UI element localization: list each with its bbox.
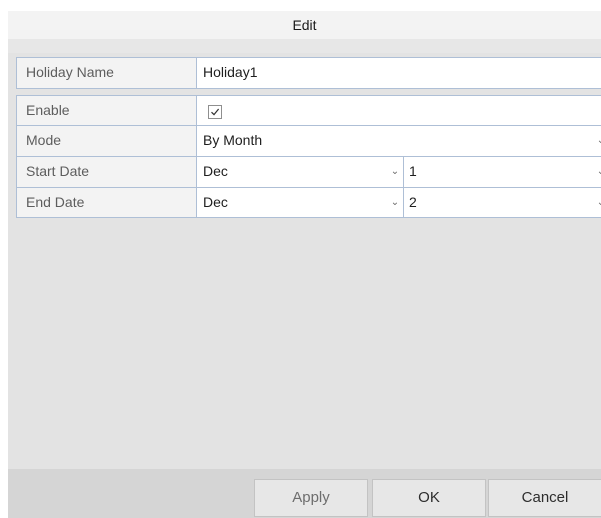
chevron-down-icon[interactable]: ⌄	[595, 157, 601, 187]
dialog-spacer	[8, 39, 601, 53]
enable-checkbox[interactable]	[208, 105, 222, 119]
chevron-down-icon[interactable]: ⌄	[389, 157, 401, 187]
enable-label: Enable	[17, 96, 197, 126]
end-month-select[interactable]: Dec	[203, 188, 228, 217]
mode-select[interactable]: By Month	[203, 126, 262, 156]
edit-dialog: Edit Holiday Name Holiday1 Enable Mode B…	[8, 11, 601, 518]
chevron-down-icon[interactable]: ⌄	[389, 188, 401, 217]
end-date-row: End Date Dec ⌄ 2 ⌄	[16, 187, 601, 218]
dialog-title: Edit	[8, 11, 601, 39]
end-date-label: End Date	[17, 188, 197, 217]
holiday-name-row: Holiday Name Holiday1	[16, 57, 601, 89]
mode-row: Mode By Month ⌄	[16, 125, 601, 156]
holiday-name-input[interactable]: Holiday1	[203, 58, 257, 88]
checkmark-icon	[211, 108, 220, 116]
start-month-select[interactable]: Dec	[203, 157, 228, 187]
start-day-select[interactable]: 1	[409, 157, 417, 187]
enable-row: Enable	[16, 95, 601, 126]
field-divider	[403, 188, 404, 217]
apply-button[interactable]: Apply	[254, 479, 368, 517]
chevron-down-icon[interactable]: ⌄	[595, 188, 601, 217]
chevron-down-icon[interactable]: ⌄	[595, 126, 601, 156]
mode-label: Mode	[17, 126, 197, 156]
field-divider	[403, 157, 404, 187]
cancel-button[interactable]: Cancel	[488, 479, 601, 517]
start-date-label: Start Date	[17, 157, 197, 187]
holiday-name-label: Holiday Name	[17, 58, 197, 88]
start-date-row: Start Date Dec ⌄ 1 ⌄	[16, 156, 601, 187]
ok-button[interactable]: OK	[372, 479, 486, 517]
end-day-select[interactable]: 2	[409, 188, 417, 217]
